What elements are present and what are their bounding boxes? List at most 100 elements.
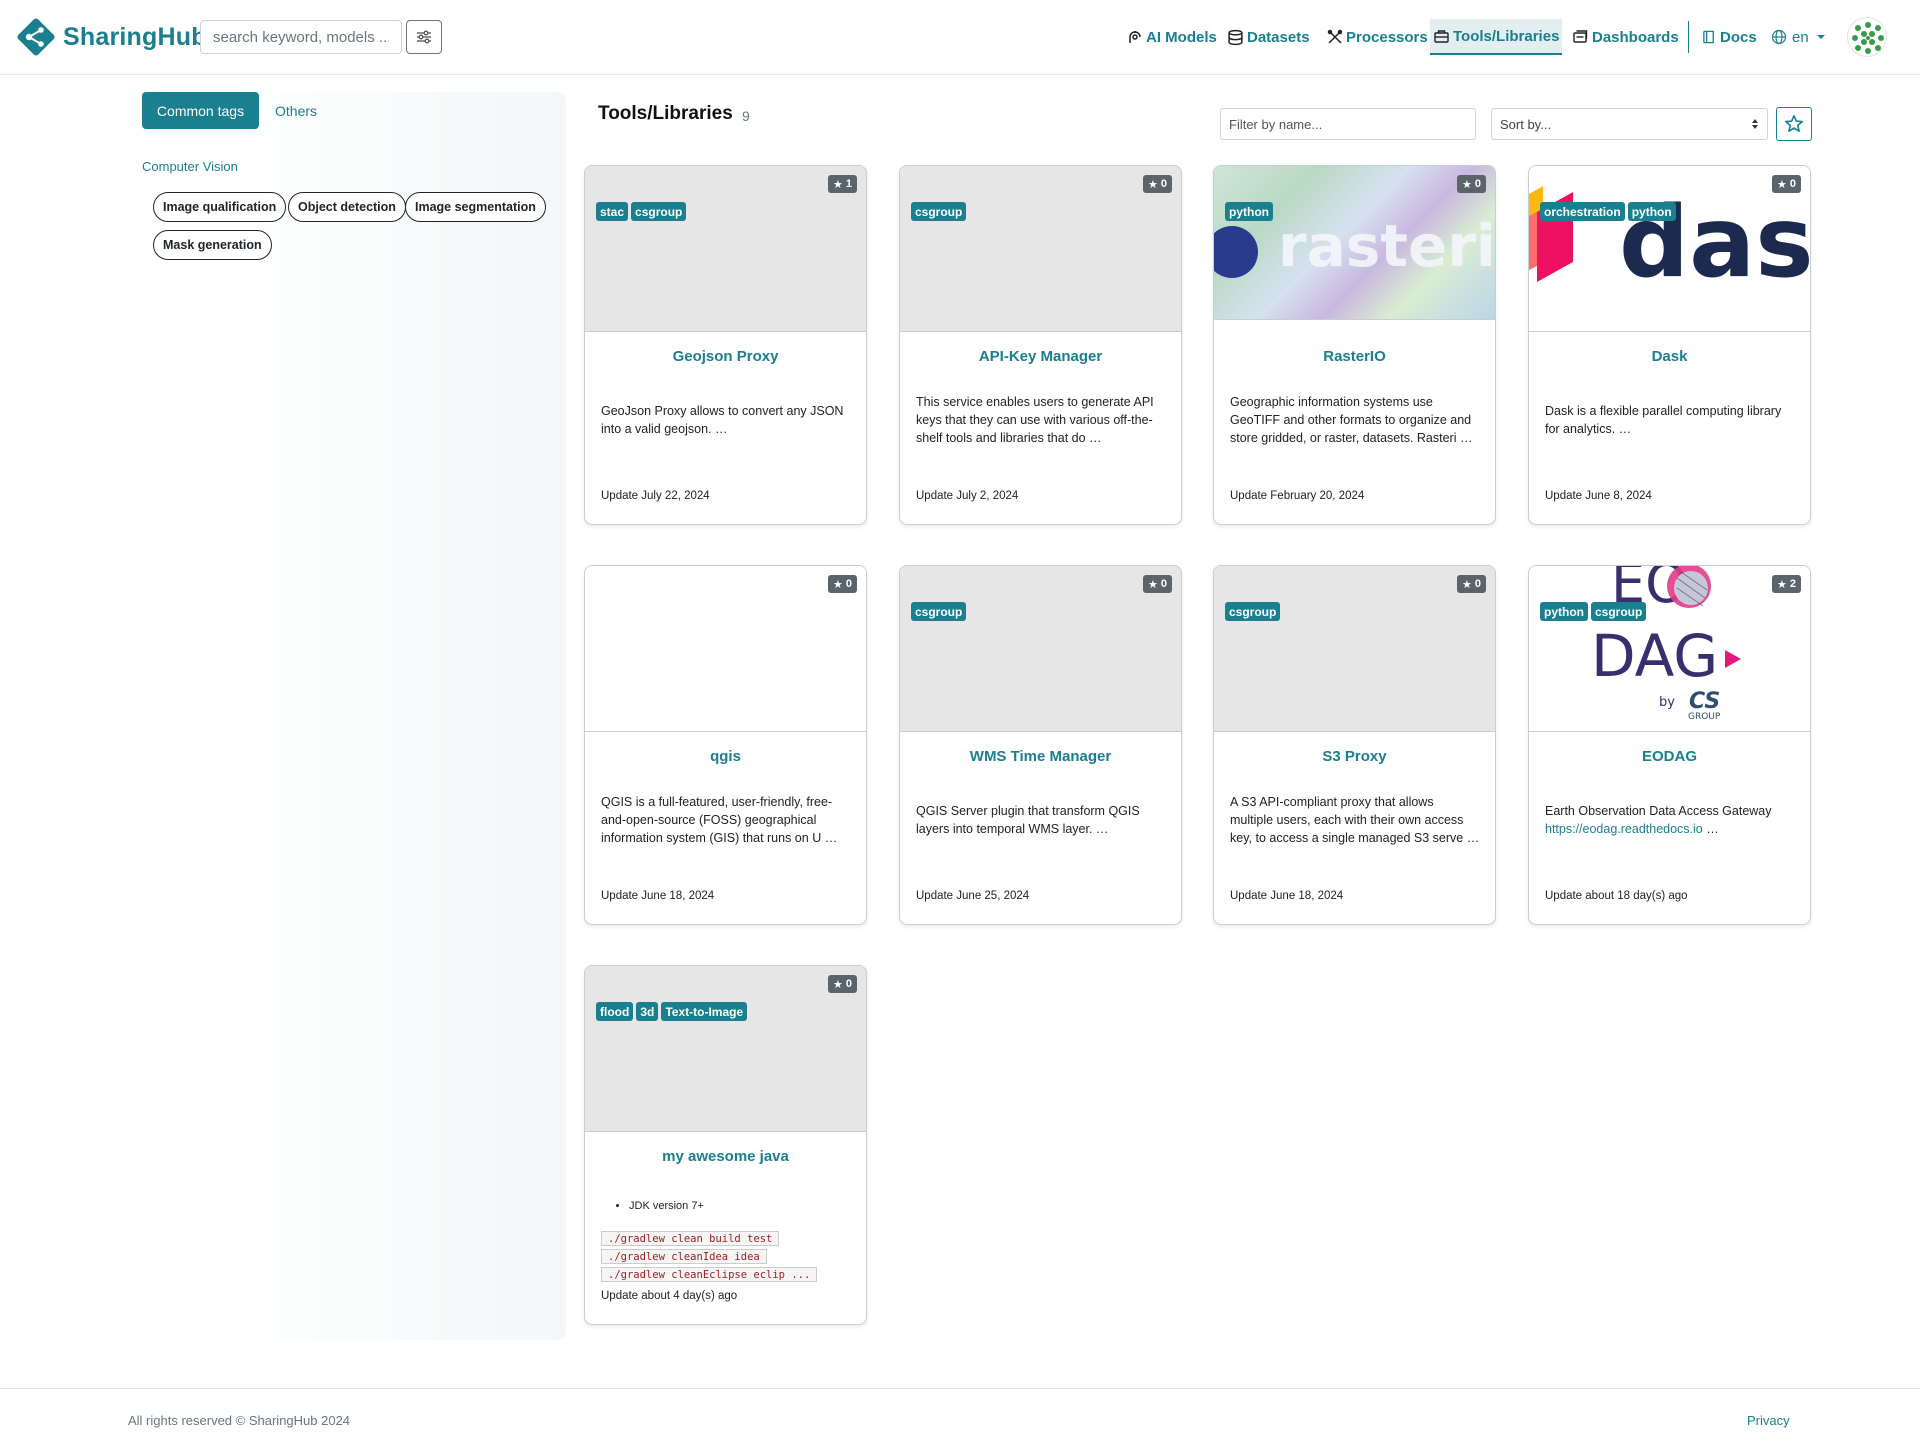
dashboard-icon bbox=[1573, 30, 1588, 43]
select-arrows-icon bbox=[1752, 119, 1758, 129]
card-title[interactable]: S3 Proxy bbox=[1214, 748, 1495, 765]
nav-label: Dashboards bbox=[1592, 28, 1679, 46]
card-tag[interactable]: Text-to-Image bbox=[661, 1002, 748, 1021]
tag-image-qualification[interactable]: Image qualification bbox=[153, 192, 287, 222]
card-eodag[interactable]: EO DAG by CS GROUP ★ 2 python csgroup EODA… bbox=[1528, 565, 1811, 925]
star-icon: ★ bbox=[833, 178, 843, 191]
card-description: GeoJson Proxy allows to convert any JSON… bbox=[601, 404, 844, 436]
sort-select[interactable]: Sort by... bbox=[1491, 108, 1768, 140]
card-api-key-manager[interactable]: ★ 0 csgroup API-Key Manager This service … bbox=[899, 165, 1182, 525]
favorites-filter-button[interactable] bbox=[1776, 107, 1812, 141]
code-snippet: ./gradlew cleanIdea idea bbox=[601, 1249, 767, 1264]
card-description: This service enables users to generate A… bbox=[916, 395, 1154, 445]
requirements-list: JDK version 7+ bbox=[629, 1200, 704, 1212]
tag-mask-generation[interactable]: Mask generation bbox=[153, 230, 272, 260]
nav-label: Docs bbox=[1720, 28, 1757, 46]
card-tag[interactable]: csgroup bbox=[1225, 602, 1281, 621]
code-snippet: ./gradlew cleanEclipse eclip ... bbox=[601, 1267, 818, 1282]
language-dropdown[interactable]: en bbox=[1771, 19, 1829, 55]
card-title[interactable]: RasterIO bbox=[1214, 348, 1495, 365]
card-image: dask bbox=[1529, 166, 1810, 332]
privacy-link[interactable]: Privacy bbox=[1747, 1413, 1790, 1428]
eodag-logo-dag: DAG bbox=[1591, 622, 1718, 690]
card-tag[interactable]: python bbox=[1627, 202, 1676, 221]
tag-image-segmentation[interactable]: Image segmentation bbox=[405, 192, 546, 222]
category-computer-vision[interactable]: Computer Vision bbox=[142, 159, 238, 174]
card-dask[interactable]: dask ★0 orchestrationpython Dask Dask is… bbox=[1528, 165, 1811, 525]
star-icon: ★ bbox=[1148, 178, 1158, 191]
ai-models-icon bbox=[1129, 31, 1141, 43]
card-image: EO DAG by CS GROUP bbox=[1529, 566, 1810, 732]
results-count: 9 bbox=[742, 108, 750, 124]
toolbox-icon bbox=[1434, 30, 1449, 43]
card-tag[interactable]: csgroup bbox=[1591, 602, 1647, 621]
card-geojson-proxy[interactable]: ★ 1 stac csgroup Geojson Proxy GeoJson Pro… bbox=[584, 165, 867, 525]
star-icon: ★ bbox=[833, 978, 843, 991]
nav-datasets[interactable]: Datasets bbox=[1227, 19, 1310, 55]
filter-by-name-input[interactable] bbox=[1220, 108, 1476, 140]
card-title[interactable]: qgis bbox=[585, 748, 866, 765]
card-s3-proxy[interactable]: ★ 0 csgroup S3 Proxy A S3 API-compliant p… bbox=[1213, 565, 1496, 925]
card-description: QGIS Server plugin that transform QGIS l… bbox=[916, 804, 1140, 836]
card-my-awesome-java[interactable]: ★ 0 flood 3d Text-to-Image my awesome java … bbox=[584, 965, 867, 1325]
identicon-icon bbox=[1852, 22, 1884, 54]
language-label: en bbox=[1792, 28, 1809, 46]
card-tag[interactable]: flood bbox=[596, 1002, 634, 1021]
card-image bbox=[585, 966, 866, 1132]
tag-object-detection[interactable]: Object detection bbox=[288, 192, 406, 222]
star-count-badge: ★ 0 bbox=[1457, 175, 1486, 193]
star-outline-icon bbox=[1785, 115, 1803, 132]
star-count-badge: ★ 2 bbox=[1772, 575, 1801, 593]
card-title[interactable]: WMS Time Manager bbox=[900, 748, 1181, 765]
card-update-date: Update July 22, 2024 bbox=[601, 490, 710, 502]
star-count-badge: ★ 0 bbox=[1457, 575, 1486, 593]
card-title[interactable]: Dask bbox=[1529, 348, 1810, 365]
card-rasterio[interactable]: rasterio ★0 python RasterIO Geographic i… bbox=[1213, 165, 1496, 525]
star-count-badge: ★ 0 bbox=[828, 975, 857, 993]
nav-tools-libraries[interactable]: Tools/Libraries bbox=[1430, 19, 1563, 55]
tab-common-tags[interactable]: Common tags bbox=[142, 92, 259, 129]
card-tag[interactable]: stac bbox=[596, 202, 629, 221]
card-title[interactable]: API-Key Manager bbox=[900, 348, 1181, 365]
card-image bbox=[900, 566, 1181, 732]
nav-docs[interactable]: Docs bbox=[1702, 19, 1757, 55]
card-tag[interactable]: orchestration bbox=[1540, 202, 1625, 221]
card-update-date: Update about 4 day(s) ago bbox=[601, 1290, 738, 1302]
card-tag[interactable]: csgroup bbox=[911, 202, 967, 221]
card-tag[interactable]: 3d bbox=[636, 1002, 659, 1021]
search-filter-button[interactable] bbox=[406, 20, 442, 54]
card-update-date: Update June 18, 2024 bbox=[601, 890, 715, 902]
user-avatar[interactable] bbox=[1847, 17, 1887, 57]
card-tag[interactable]: python bbox=[1225, 202, 1273, 221]
sort-select-value: Sort by... bbox=[1500, 116, 1552, 132]
card-update-date: Update June 18, 2024 bbox=[1230, 890, 1344, 902]
card-image: rasterio bbox=[1214, 166, 1495, 320]
caret-down-icon bbox=[1816, 35, 1825, 39]
search-input[interactable] bbox=[200, 20, 402, 54]
card-tag[interactable]: csgroup bbox=[911, 602, 967, 621]
card-title[interactable]: Geojson Proxy bbox=[585, 348, 866, 365]
card-wms-time-manager[interactable]: ★ 0 csgroup WMS Time Manager QGIS Server … bbox=[899, 565, 1182, 925]
card-title[interactable]: my awesome java bbox=[585, 1148, 866, 1165]
tab-others[interactable]: Others bbox=[275, 92, 317, 129]
nav-processors[interactable]: Processors bbox=[1327, 19, 1428, 55]
card-tag[interactable]: python bbox=[1540, 602, 1588, 621]
card-update-date: Update February 20, 2024 bbox=[1230, 490, 1365, 502]
card-title[interactable]: EODAG bbox=[1529, 748, 1810, 765]
card-qgis[interactable]: ★ 0 qgis QGIS is a full-featured, user-fr… bbox=[584, 565, 867, 925]
code-snippet: ./gradlew clean build test bbox=[601, 1231, 780, 1246]
nav-label: Datasets bbox=[1247, 28, 1310, 46]
brand-link[interactable]: SharingHub bbox=[16, 16, 207, 58]
rasterio-logo-image: rasterio bbox=[1214, 212, 1495, 280]
star-icon: ★ bbox=[833, 578, 843, 591]
card-tag[interactable]: csgroup bbox=[631, 202, 687, 221]
nav-ai-models[interactable]: AI Models bbox=[1127, 19, 1217, 55]
eodag-docs-link[interactable]: https://eodag.readthedocs.io bbox=[1545, 822, 1703, 836]
card-image bbox=[1214, 566, 1495, 732]
card-update-date: Update July 2, 2024 bbox=[916, 490, 1019, 502]
card-image bbox=[585, 566, 866, 732]
nav-dashboards[interactable]: Dashboards bbox=[1572, 19, 1679, 55]
card-update-date: Update June 8, 2024 bbox=[1545, 490, 1652, 502]
card-description: Geographic information systems use GeoTI… bbox=[1230, 395, 1473, 445]
list-item: JDK version 7+ bbox=[629, 1200, 704, 1212]
